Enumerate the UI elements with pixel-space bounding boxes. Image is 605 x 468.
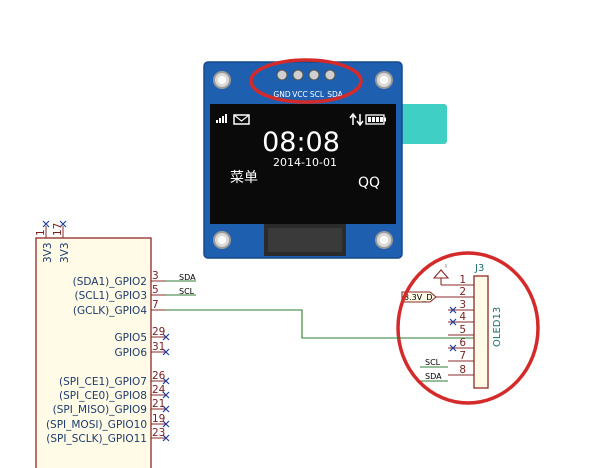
gpio4-wire — [166, 309, 474, 339]
power-pin-label: 3V3 — [59, 242, 71, 263]
power-pin-label: 3V3 — [42, 242, 54, 263]
gpio-pin-label: GPIO6 — [114, 347, 147, 359]
gpio-pin-label: (SDA1)_GPIO2 — [73, 276, 147, 288]
gpio-pin-number: 7 — [152, 299, 159, 311]
gpio-pin-number: 29 — [152, 326, 165, 338]
connector-body — [473, 275, 489, 389]
connector-pin-number: 5 — [459, 324, 466, 336]
power-pin-number: 1 — [35, 229, 47, 236]
connector-pin-number: 6 — [459, 337, 466, 349]
gpio-pin-number: 3 — [152, 270, 159, 282]
oled-menu-label: 菜单 — [230, 170, 258, 186]
gpio-pin-label: GPIO5 — [114, 332, 147, 344]
net-label-sda: SDA — [425, 372, 442, 381]
gpio-pin-label: (SCL1)_GPIO3 — [75, 290, 147, 302]
gpio-pin-number: 5 — [152, 284, 159, 296]
gpio-pin-number: 21 — [152, 398, 165, 410]
power-flag-label: 3.3V_D — [404, 293, 432, 302]
gpio-pin-label: (GCLK)_GPIO4 — [73, 305, 147, 317]
gpio-pin-number: 26 — [152, 370, 166, 382]
power-pin-number: 17 — [52, 223, 64, 236]
connector-pin-number: 7 — [459, 350, 466, 362]
connector-ref: J3 — [474, 263, 484, 274]
connector-pin-number: 2 — [459, 286, 466, 298]
net-label-scl: SCL — [425, 358, 441, 367]
gpio-pin-label: (SPI_MISO)_GPIO9 — [53, 404, 147, 416]
oled-date: 2014-10-01 — [273, 156, 337, 169]
header-pin-label: SCL — [310, 90, 325, 99]
oled-clock: 08:08 — [262, 127, 340, 158]
connector-pin-number: 3 — [459, 299, 466, 311]
gpio-pin-label: (SPI_CE1)_GPIO7 — [59, 376, 147, 388]
mcu-symbol: 1 17 3V3 3V3 (SDA1)_GPIO2 3 SDA(SCL1)_GPIO… — [35, 220, 196, 468]
header-pin-label: VCC — [292, 90, 308, 99]
gpio-pin-label: (SPI_MOSI)_GPIO10 — [46, 419, 147, 431]
gpio-pin-number: 31 — [152, 341, 165, 353]
gpio-pin-label: (SPI_SCLK)_GPIO11 — [46, 433, 147, 445]
connector-value: OLED13 — [492, 307, 503, 347]
oled-module: GND VCC SCL SDA 08:08 2014-10-01 菜单 QQ — [203, 58, 447, 259]
connector-highlight-ellipse — [396, 251, 540, 405]
gpio-pin-number: 23 — [152, 427, 165, 439]
gpio-pin-number: 19 — [152, 413, 165, 425]
connector-pin-number: 8 — [459, 364, 466, 376]
ground-symbol — [432, 269, 474, 286]
ribbon-cable — [395, 104, 447, 144]
connector-pin-number: 4 — [459, 311, 466, 323]
gpio-pin-label: (SPI_CE0)_GPIO8 — [59, 390, 147, 402]
gpio-pin-number: 24 — [152, 384, 166, 396]
connector-j3: J3 OLED13 1234567 8 SCL SDA 3.3V_D — [396, 251, 540, 405]
connector-pin-number: 1 — [459, 274, 466, 286]
oled-qq-label: QQ — [358, 175, 380, 191]
